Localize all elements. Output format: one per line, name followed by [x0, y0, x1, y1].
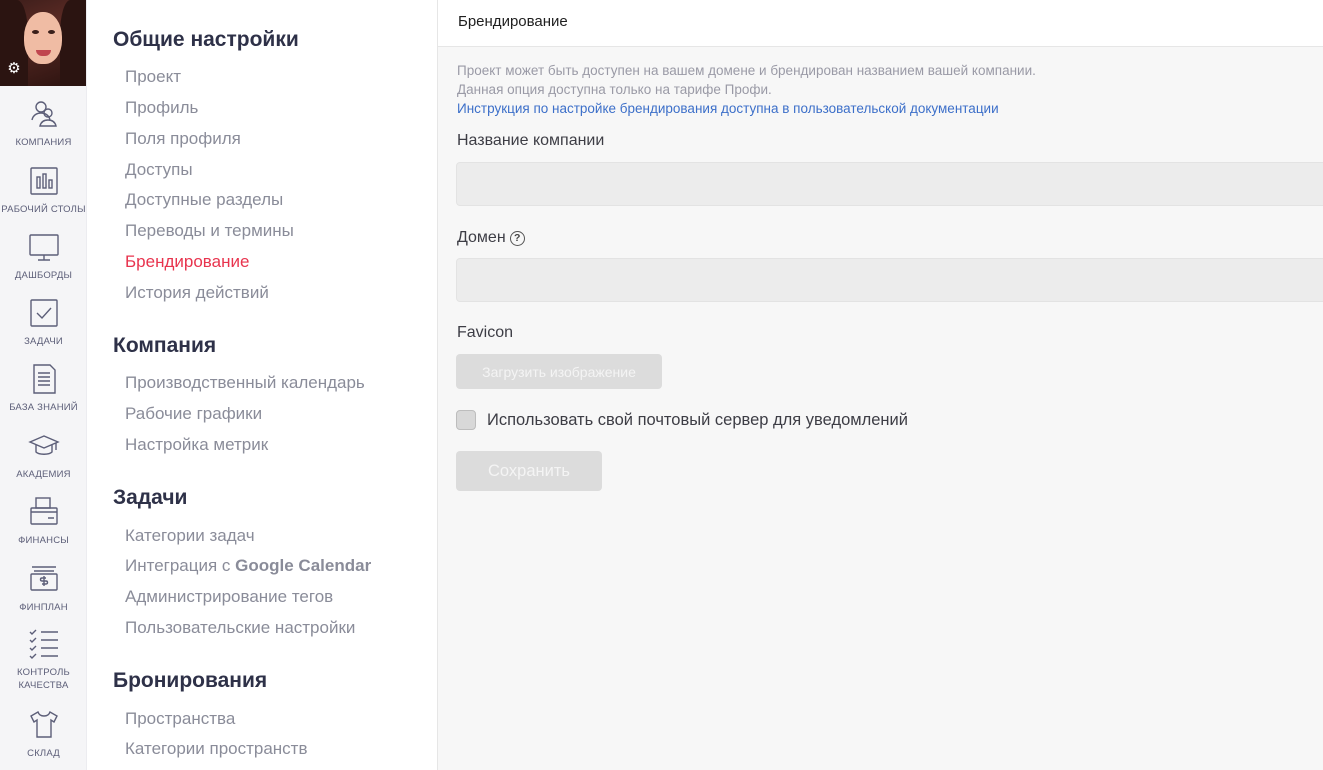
rail-label: КОНТРОЛЬ КАЧЕСТВА: [0, 666, 87, 692]
rail-label-line1: КОНТРОЛЬ: [17, 667, 70, 678]
rail-label: БАЗА ЗНАНИЙ: [9, 402, 78, 413]
page-title: Брендирование: [458, 13, 568, 30]
rail-item-finance[interactable]: ФИНАНСЫ: [0, 496, 87, 547]
domain-label: Домен?: [457, 229, 525, 247]
nav-heading-bookings: Бронирования: [113, 669, 268, 692]
gear-icon[interactable]: ⚙: [6, 61, 22, 77]
nav-heading-tasks: Задачи: [113, 486, 188, 509]
rail-item-warehouse[interactable]: СКЛАД: [0, 709, 87, 760]
main-panel: Брендирование Проект может быть доступен…: [438, 0, 1323, 770]
nav-item-work-schedules[interactable]: Рабочие графики: [125, 404, 262, 424]
warehouse-icon: [29, 710, 58, 738]
rail-label: АКАДЕМИЯ: [16, 469, 71, 480]
finance-icon: [29, 497, 58, 525]
info-text-line2: Данная опция доступна только на тарифе П…: [457, 82, 772, 97]
quality-control-icon: [29, 629, 58, 659]
rail-item-company[interactable]: КОМПАНИЯ: [0, 98, 87, 149]
company-icon: [30, 101, 57, 127]
nav-item-access[interactable]: Доступы: [125, 160, 193, 180]
settings-nav: Общие настройки Проект Профиль Поля проф…: [88, 0, 438, 770]
nav-item-branding[interactable]: Брендирование: [125, 252, 249, 272]
rail-item-academy[interactable]: АКАДЕМИЯ: [0, 430, 87, 481]
main-header: Брендирование: [438, 0, 1323, 47]
mail-server-checkbox[interactable]: [456, 410, 476, 430]
documentation-link[interactable]: Инструкция по настройке брендирования до…: [457, 101, 999, 116]
info-text-line1: Проект может быть доступен на вашем доме…: [457, 63, 1036, 78]
rail-label: РАБОЧИЙ СТОЛЫ: [1, 204, 86, 215]
nav-item-google-calendar[interactable]: Интеграция с Google Calendar: [125, 556, 371, 576]
rail-item-finplan[interactable]: ФИНПЛАН: [0, 563, 87, 614]
rail-item-quality-control[interactable]: КОНТРОЛЬ КАЧЕСТВА: [0, 628, 87, 692]
nav-item-available-sections[interactable]: Доступные разделы: [125, 190, 283, 210]
user-avatar[interactable]: ⚙: [0, 0, 86, 86]
nav-item-user-settings[interactable]: Пользовательские настройки: [125, 618, 355, 638]
nav-item-space-categories[interactable]: Категории пространств: [125, 739, 308, 759]
save-button[interactable]: Сохранить: [456, 451, 602, 491]
rail-item-dashboards[interactable]: ДАШБОРДЫ: [0, 231, 87, 282]
nav-item-profile[interactable]: Профиль: [125, 98, 198, 118]
favicon-label: Favicon: [457, 324, 514, 341]
nav-item-profile-fields[interactable]: Поля профиля: [125, 129, 241, 149]
avatar-eye: [32, 30, 39, 34]
avatar-eye: [48, 30, 55, 34]
nav-item-label: Интеграция с: [125, 556, 236, 575]
rail-item-knowledge-base[interactable]: БАЗА ЗНАНИЙ: [0, 363, 87, 414]
dashboards-icon: [28, 234, 59, 261]
nav-item-production-calendar[interactable]: Производственный календарь: [125, 373, 365, 393]
academy-icon: [27, 435, 60, 455]
avatar-hair: [60, 0, 86, 86]
nav-heading-company: Компания: [113, 334, 217, 357]
rail-label: ЗАДАЧИ: [24, 336, 63, 347]
rail-label: ФИНПЛАН: [19, 602, 68, 613]
nav-item-translations[interactable]: Переводы и термины: [125, 221, 294, 241]
nav-heading-general: Общие настройки: [113, 28, 299, 51]
nav-item-tags-admin[interactable]: Администрирование тегов: [125, 587, 333, 607]
upload-image-button[interactable]: Загрузить изображение: [456, 354, 662, 389]
app-rail: ⚙ КОМПАНИЯ РАБОЧИЙ СТОЛЫ ДАШБОРДЫ ЗАДАЧИ…: [0, 0, 87, 770]
google-calendar-label: Google Calendar: [235, 556, 372, 575]
nav-item-metrics[interactable]: Настройка метрик: [125, 435, 268, 455]
nav-item-task-categories[interactable]: Категории задач: [125, 526, 255, 546]
nav-item-history[interactable]: История действий: [125, 283, 269, 303]
finplan-icon: [29, 566, 58, 591]
nav-item-project[interactable]: Проект: [125, 67, 181, 87]
rail-item-desktops[interactable]: РАБОЧИЙ СТОЛЫ: [0, 165, 87, 216]
help-icon[interactable]: ?: [509, 231, 525, 246]
desktops-icon: [29, 167, 58, 195]
rail-label: КОМПАНИЯ: [15, 137, 72, 148]
rail-item-tasks[interactable]: ЗАДАЧИ: [0, 297, 87, 348]
tasks-icon: [29, 299, 58, 327]
company-name-input[interactable]: [456, 162, 1323, 206]
rail-label: СКЛАД: [27, 748, 60, 759]
avatar-face: [24, 12, 62, 64]
rail-label: ФИНАНСЫ: [18, 535, 69, 546]
mail-server-label: Использовать свой почтовый сервер для ув…: [487, 411, 908, 429]
domain-label-text: Домен: [457, 229, 506, 246]
rail-label-line2: КАЧЕСТВА: [18, 680, 69, 691]
rail-label: ДАШБОРДЫ: [14, 270, 73, 281]
knowledge-base-icon: [32, 364, 56, 394]
company-name-label: Название компании: [457, 132, 605, 149]
domain-input[interactable]: [456, 258, 1323, 302]
nav-item-spaces[interactable]: Пространства: [125, 709, 235, 729]
